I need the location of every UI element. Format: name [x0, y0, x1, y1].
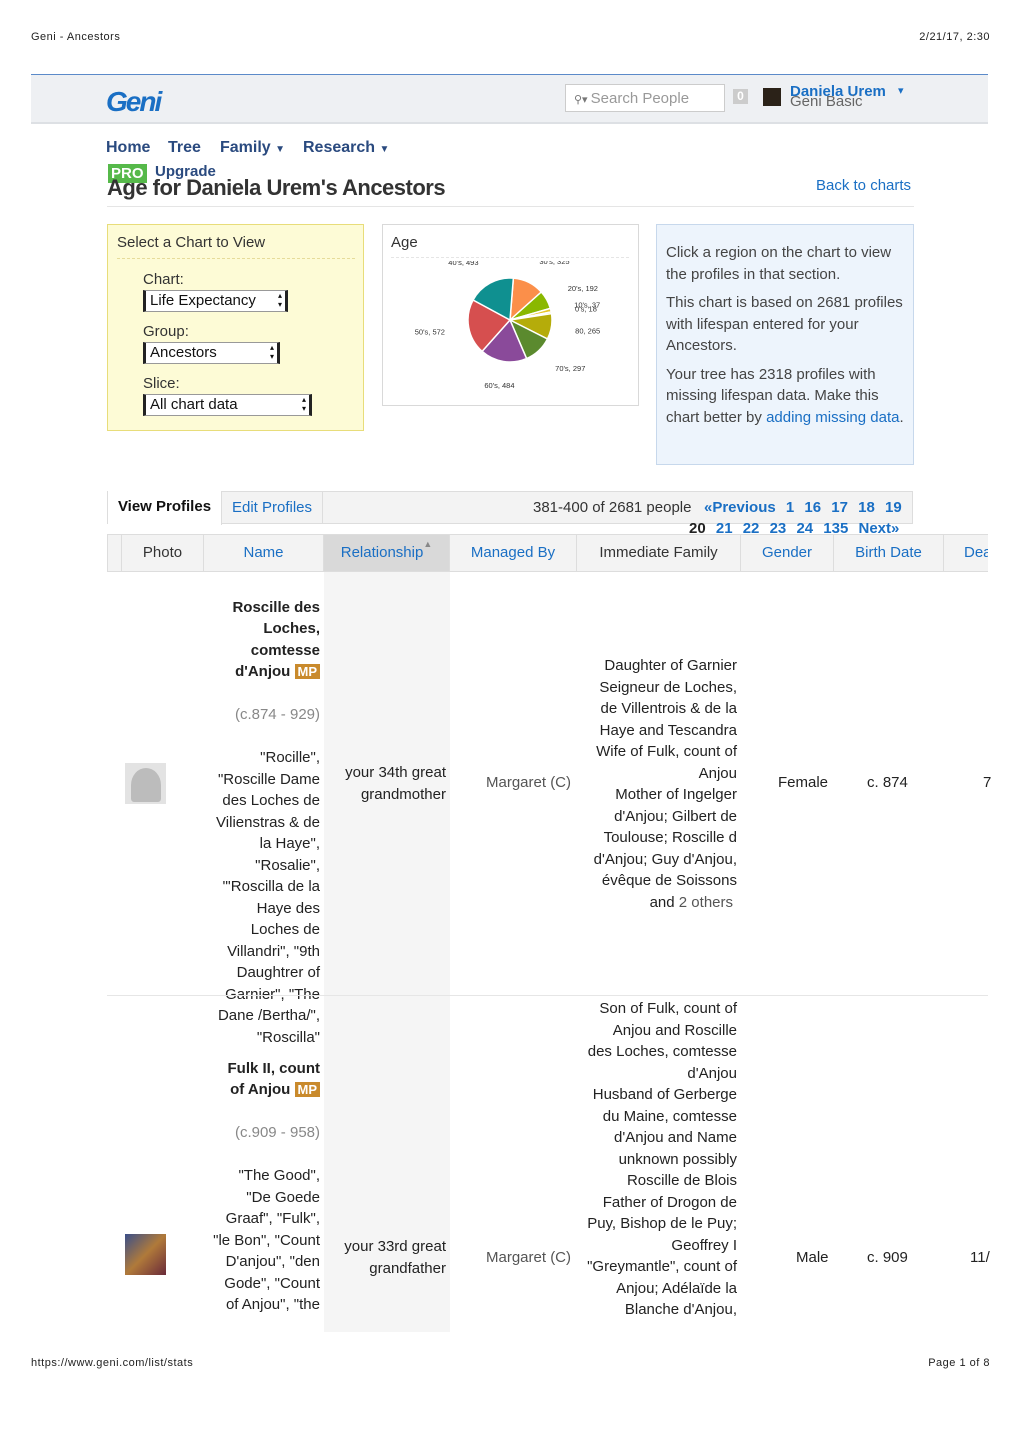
group-select[interactable]: Ancestors: [143, 342, 280, 364]
back-to-charts-link[interactable]: Back to charts: [816, 177, 911, 194]
notification-count[interactable]: 0: [733, 89, 748, 104]
chart-title: Age: [391, 234, 418, 251]
pie-label: 0's, 18: [575, 305, 597, 314]
col-name[interactable]: Name: [204, 534, 324, 572]
page-link[interactable]: 1: [786, 499, 794, 516]
mp-badge: MP: [294, 1082, 320, 1097]
nav-family[interactable]: Family ▼: [220, 139, 285, 157]
managed-by[interactable]: Margaret (C): [486, 1247, 571, 1269]
prev-link[interactable]: «Previous: [704, 499, 776, 516]
info-click: Click a region on the chart to view the …: [666, 244, 892, 283]
aka-names: "The Good", "De Goede Graaf", "Fulk", "l…: [213, 1167, 320, 1313]
search-placeholder: Search People: [590, 90, 690, 107]
search-icon: ⚲▾: [574, 94, 591, 106]
gender: Male: [796, 1249, 829, 1266]
lifespan: (c.909 - 958): [234, 1124, 320, 1141]
birth-date: c. 909: [867, 1249, 908, 1266]
col-relationship[interactable]: Relationship▲: [324, 534, 450, 572]
info-based: This chart is based on 2681 profiles wit…: [666, 294, 903, 354]
col-photo: Photo: [122, 534, 204, 572]
aka-names: "Rocille", "Roscille Dame des Loches de …: [216, 749, 320, 1046]
col-birth-date[interactable]: Birth Date: [834, 534, 944, 572]
page-title: Age for Daniela Urem's Ancestors: [107, 175, 446, 200]
table-header: Photo Name Relationship▲ Managed By Imme…: [107, 534, 988, 572]
death-date: 7: [983, 774, 992, 791]
page-link[interactable]: 18: [858, 499, 875, 516]
divider: [107, 206, 914, 207]
pie-label: 70's, 297: [555, 364, 585, 373]
managed-by[interactable]: Margaret (C): [486, 772, 571, 794]
result-range: 381-400 of 2681 people: [533, 499, 692, 516]
col-relationship-label: Relationship: [340, 544, 424, 561]
chart-panel: Age 30's, 325 20's, 192 10's, 37 0's, 18 80,…: [382, 224, 639, 406]
profile-name-link[interactable]: Roscille des Loches, comtesse d'Anjou MP: [150, 597, 320, 683]
col-death-date[interactable]: Dea: [944, 534, 988, 572]
search-input[interactable]: ⚲▾ Search People: [565, 84, 725, 112]
immediate-family: Son of Fulk, count of Anjou and Roscille…: [587, 1000, 737, 1318]
relationship: your 33rd great grandfather: [344, 1238, 446, 1277]
avatar[interactable]: [763, 88, 781, 106]
mp-badge: MP: [294, 664, 320, 679]
chart-label: Chart:: [143, 271, 184, 288]
tab-view-profiles[interactable]: View Profiles: [108, 491, 222, 525]
page-link[interactable]: 19: [885, 499, 902, 516]
page-link[interactable]: 16: [804, 499, 821, 516]
birth-date: c. 874: [867, 774, 908, 791]
group-label: Group:: [143, 323, 189, 340]
tab-edit-profiles[interactable]: Edit Profiles: [222, 492, 323, 523]
sort-icon: ▲: [423, 539, 433, 549]
pie-label: 80, 265: [575, 326, 600, 335]
col-gender[interactable]: Gender: [741, 534, 834, 572]
print-page: Page 1 of 8: [928, 1357, 990, 1369]
caret-down-icon: ▼: [379, 144, 390, 155]
nav-research-label: Research: [303, 139, 376, 156]
pie-label: 50's, 572: [415, 327, 445, 336]
immediate-family: Daughter of Garnier Seigneur de Loches, …: [593, 657, 737, 911]
nav-family-label: Family: [220, 139, 271, 156]
print-datetime: 2/21/17, 2:30: [919, 31, 990, 43]
info-panel: Click a region on the chart to view the …: [656, 224, 914, 465]
adding-missing-data-link[interactable]: adding missing data: [766, 409, 899, 426]
gender: Female: [778, 774, 829, 791]
geni-logo[interactable]: Geni: [106, 86, 162, 118]
chevron-down-icon[interactable]: ▾: [898, 84, 904, 97]
pie-label: 60's, 484: [484, 381, 514, 390]
print-title: Geni - Ancestors: [31, 31, 121, 43]
info-missing: Your tree has 2318 profiles with missing…: [666, 365, 904, 426]
relationship: your 34th great grandmother: [345, 764, 446, 803]
nav-tree[interactable]: Tree: [168, 139, 201, 157]
pie-label: 30's, 325: [539, 261, 569, 266]
nav-home[interactable]: Home: [106, 139, 150, 157]
pie-label: 20's, 192: [568, 284, 598, 293]
chart-select[interactable]: Life Expectancy: [143, 290, 288, 312]
caret-down-icon: ▼: [275, 144, 286, 155]
row-divider: [107, 995, 988, 996]
lifespan: (c.874 - 929): [234, 706, 320, 723]
slice-select[interactable]: All chart data: [143, 394, 312, 416]
others-link[interactable]: 2 others: [679, 894, 733, 911]
pagination-top: «Previous 1 16 17 18 19: [704, 499, 902, 516]
pie-label: 40's, 493: [448, 261, 478, 267]
profile-name-link[interactable]: Fulk II, count of Anjou MP: [150, 1058, 320, 1101]
col-immediate-family: Immediate Family: [577, 534, 741, 572]
pie-chart[interactable]: 30's, 32520's, 19210's, 370's, 1880, 265…: [383, 261, 638, 401]
page-link[interactable]: 17: [831, 499, 848, 516]
nav-research[interactable]: Research ▼: [303, 139, 389, 157]
death-date: 11/: [970, 1249, 990, 1266]
slice-label: Slice:: [143, 375, 180, 392]
col-managed-by[interactable]: Managed By: [450, 534, 577, 572]
chart-selector-panel: Select a Chart to View Chart: Life Expec…: [107, 224, 364, 431]
print-url: https://www.geni.com/list/stats: [31, 1357, 194, 1369]
selector-heading: Select a Chart to View: [117, 234, 266, 251]
account-type: Geni Basic: [790, 93, 863, 110]
table-row: Fulk II, count of Anjou MP (c.909 - 958)…: [150, 1036, 320, 1316]
